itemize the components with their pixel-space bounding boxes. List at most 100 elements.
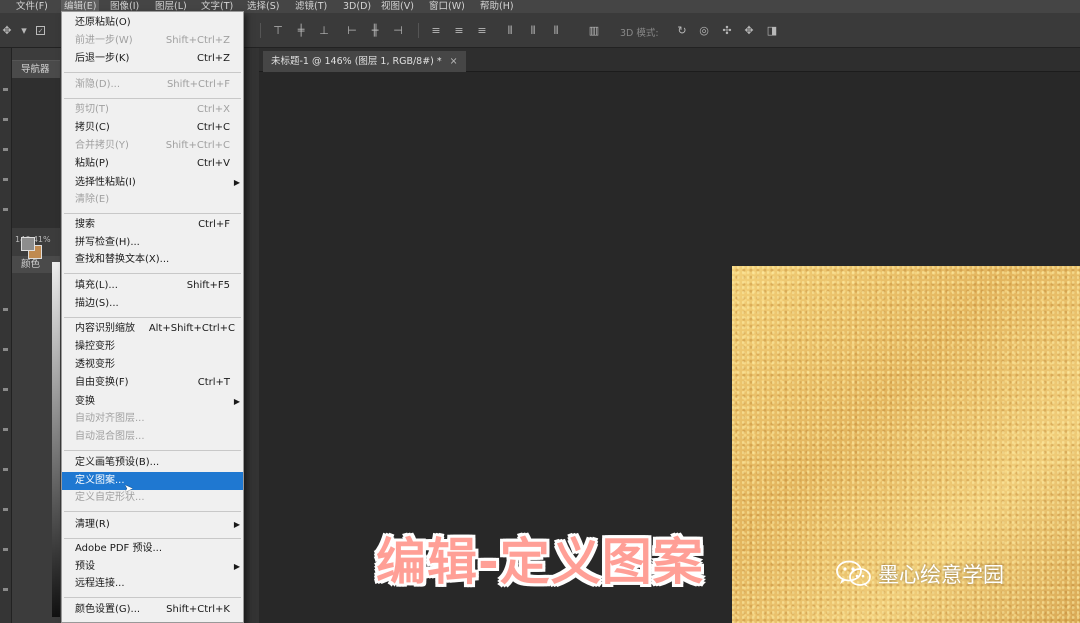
- tool-icon[interactable]: [3, 508, 8, 511]
- menu-item-label: 自动混合图层...: [75, 431, 145, 442]
- distribute-left-icon[interactable]: ⫴: [504, 24, 516, 37]
- auto-select-checkbox[interactable]: ✓: [36, 26, 45, 35]
- foreground-color-swatch[interactable]: [21, 237, 35, 251]
- menu-item-label: 后退一步(K): [75, 53, 130, 64]
- menu-item-step-backward[interactable]: 后退一步(K) Ctrl+Z: [62, 50, 243, 68]
- menu-item-content-aware-scale[interactable]: 内容识别缩放 Alt+Shift+Ctrl+C: [62, 320, 243, 338]
- tool-icon[interactable]: [3, 178, 8, 181]
- 3d-rotate-icon[interactable]: ↻: [676, 24, 688, 37]
- menu-item-color-settings[interactable]: 颜色设置(G)... Shift+Ctrl+K: [62, 601, 243, 619]
- document-tab[interactable]: 未标题-1 @ 146% (图层 1, RGB/8#) * ×: [263, 51, 466, 72]
- menu-item-check-spelling[interactable]: 拼写检查(H)...: [62, 234, 243, 252]
- menu-item-label: 渐隐(D)...: [75, 79, 121, 90]
- tool-icon[interactable]: [3, 308, 8, 311]
- menu-item-undo-paste[interactable]: 还原粘贴(O): [62, 14, 243, 32]
- close-icon[interactable]: ×: [450, 56, 458, 67]
- menu-view[interactable]: 视图(V): [381, 0, 414, 13]
- align-right-icon[interactable]: ⊣: [392, 24, 404, 37]
- dropdown-icon[interactable]: ▾: [18, 24, 30, 37]
- submenu-arrow-icon: ▶: [233, 397, 240, 406]
- menu-item-free-transform[interactable]: 自由变换(F) Ctrl+T: [62, 374, 243, 392]
- menu-window[interactable]: 窗口(W): [429, 0, 465, 13]
- tool-icon[interactable]: [3, 388, 8, 391]
- distribute-bottom-icon[interactable]: ≡: [476, 24, 488, 37]
- align-left-icon[interactable]: ⊢: [346, 24, 358, 37]
- submenu-arrow-icon: ▶: [233, 562, 240, 571]
- menu-select[interactable]: 选择(S): [247, 0, 279, 13]
- menu-item-label: 查找和替换文本(X)...: [75, 254, 170, 265]
- tool-icon[interactable]: [3, 118, 8, 121]
- menu-help[interactable]: 帮助(H): [480, 0, 514, 13]
- 3d-scale-icon[interactable]: ◨: [766, 24, 778, 37]
- align-bottom-icon[interactable]: ⊥: [318, 24, 330, 37]
- tool-icon[interactable]: [3, 88, 8, 91]
- menu-item-label: 操控变形: [75, 341, 115, 352]
- tool-icon[interactable]: [3, 588, 8, 591]
- menu-separator: [64, 450, 241, 451]
- menu-item-perspective-warp[interactable]: 透视变形: [62, 356, 243, 374]
- toolbox: [0, 48, 12, 623]
- menu-item-remote-connections[interactable]: 远程连接...: [62, 575, 243, 593]
- color-ramp[interactable]: [52, 262, 60, 617]
- menu-item-fill[interactable]: 填充(L)... Shift+F5: [62, 277, 243, 295]
- menu-item-label: 描边(S)...: [75, 298, 119, 309]
- menu-item-adobe-pdf-presets[interactable]: Adobe PDF 预设...: [62, 540, 243, 558]
- menu-item-shortcut: Alt+Shift+Ctrl+C: [148, 323, 235, 334]
- align-hcenter-icon[interactable]: ╫: [369, 24, 381, 37]
- 3d-pan-icon[interactable]: ✣: [721, 24, 733, 37]
- align-vcenter-icon[interactable]: ╪: [295, 24, 307, 37]
- menu-item-shortcut: Shift+Ctrl+C: [165, 140, 230, 151]
- menu-item-label: 清除(E): [75, 194, 110, 205]
- menu-item-transform[interactable]: 变换 ▶: [62, 393, 243, 411]
- mouse-cursor-icon: ➤: [124, 482, 134, 495]
- auto-align-icon[interactable]: ▥: [588, 24, 600, 37]
- align-top-icon[interactable]: ⊤: [272, 24, 284, 37]
- menu-item-shortcut: Ctrl+X: [196, 104, 230, 115]
- tool-icon[interactable]: [3, 148, 8, 151]
- tool-icon[interactable]: [3, 468, 8, 471]
- menu-separator: [64, 213, 241, 214]
- distribute-right-icon[interactable]: ⫴: [550, 24, 562, 37]
- navigator-tab[interactable]: 导航器: [12, 60, 60, 78]
- menu-item-define-pattern[interactable]: 定义图案...: [62, 472, 243, 490]
- menu-separator: [64, 538, 241, 539]
- menu-separator: [64, 72, 241, 73]
- menu-item-label: 拼写检查(H)...: [75, 237, 140, 248]
- menu-item-define-brush[interactable]: 定义画笔预设(B)...: [62, 454, 243, 472]
- menu-item-puppet-warp[interactable]: 操控变形: [62, 338, 243, 356]
- menu-3d[interactable]: 3D(D): [343, 0, 371, 13]
- menu-item-purge[interactable]: 清理(R) ▶: [62, 516, 243, 534]
- submenu-arrow-icon: ▶: [233, 520, 240, 529]
- menu-item-copy[interactable]: 拷贝(C) Ctrl+C: [62, 119, 243, 137]
- menu-item-paste-special[interactable]: 选择性粘贴(I) ▶: [62, 174, 243, 192]
- menu-item-label: 变换: [75, 396, 95, 407]
- menu-file[interactable]: 文件(F): [16, 0, 48, 13]
- submenu-arrow-icon: ▶: [233, 178, 240, 187]
- document-tab-title: 未标题-1 @ 146% (图层 1, RGB/8#) *: [271, 56, 442, 67]
- move-tool-icon[interactable]: ✥: [1, 24, 13, 37]
- divider: [260, 23, 261, 38]
- 3d-roll-icon[interactable]: ◎: [698, 24, 710, 37]
- menu-item-stroke[interactable]: 描边(S)...: [62, 295, 243, 313]
- menu-item-find-replace[interactable]: 查找和替换文本(X)...: [62, 251, 243, 269]
- 3d-slide-icon[interactable]: ✥: [743, 24, 755, 37]
- menu-item-auto-blend-layers: 自动混合图层...: [62, 428, 243, 446]
- tool-icon[interactable]: [3, 208, 8, 211]
- menu-item-presets[interactable]: 预设 ▶: [62, 558, 243, 576]
- distribute-hcenter-icon[interactable]: ⫴: [527, 24, 539, 37]
- menu-item-label: 合并拷贝(Y): [75, 140, 129, 151]
- menu-item-label: 还原粘贴(O): [75, 17, 131, 28]
- menu-item-cut: 剪切(T) Ctrl+X: [62, 101, 243, 119]
- tool-icon[interactable]: [3, 548, 8, 551]
- distribute-top-icon[interactable]: ≡: [430, 24, 442, 37]
- tool-icon[interactable]: [3, 428, 8, 431]
- menu-separator: [64, 597, 241, 598]
- menu-item-paste[interactable]: 粘贴(P) Ctrl+V: [62, 155, 243, 173]
- menu-item-label: 定义自定形状...: [75, 492, 145, 503]
- menu-filter[interactable]: 滤镜(T): [295, 0, 327, 13]
- distribute-vcenter-icon[interactable]: ≡: [453, 24, 465, 37]
- menu-item-search[interactable]: 搜索 Ctrl+F: [62, 216, 243, 234]
- menu-item-shortcut: Ctrl+F: [198, 219, 230, 230]
- menu-item-label: 清理(R): [75, 519, 110, 530]
- tool-icon[interactable]: [3, 348, 8, 351]
